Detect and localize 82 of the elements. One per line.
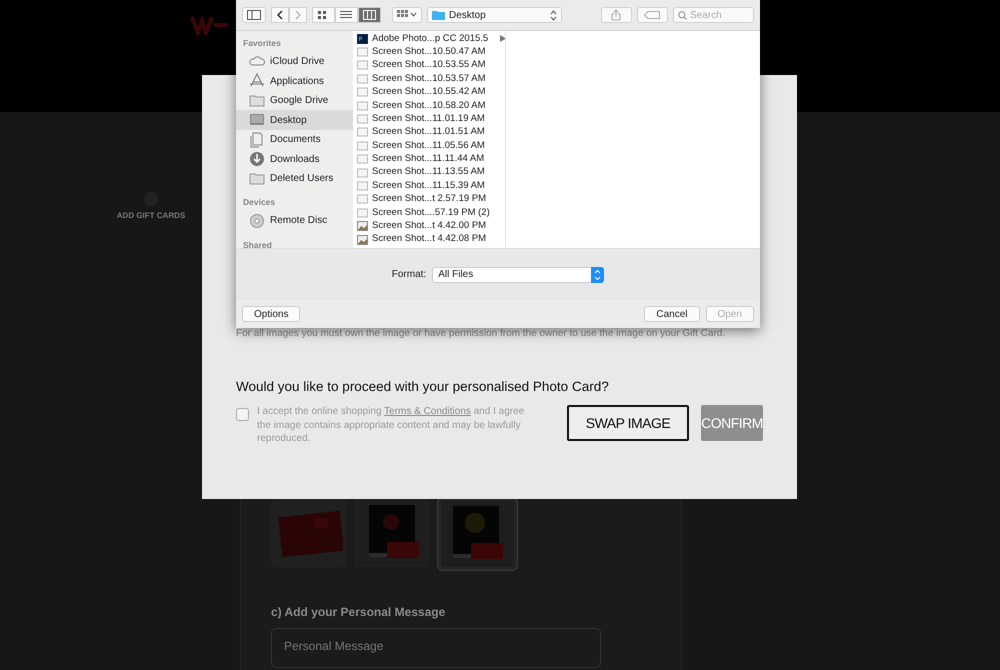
- swap-image-button[interactable]: SWAP IMAGE: [566, 405, 690, 442]
- image-file-icon: [357, 140, 368, 151]
- document-icon: [249, 132, 265, 148]
- view-mode-button[interactable]: [335, 7, 358, 23]
- apps-icon: [249, 73, 265, 89]
- options-button[interactable]: Options: [242, 306, 300, 322]
- image-file-icon: [357, 74, 368, 84]
- file-row[interactable]: Screen Shot...11.01.51 AM: [353, 126, 505, 140]
- file-row[interactable]: Screen Shot...t 4.42.00 PM: [353, 219, 505, 233]
- format-label: Format:: [392, 268, 426, 282]
- list-icon: [340, 10, 353, 20]
- image-file-icon: [357, 194, 368, 204]
- image-file-icon: [357, 114, 368, 124]
- consent-text: I accept the online shopping Terms & Conditions and I agree the image contains appropriate content and may be lawfully reproduced.: [257, 405, 526, 446]
- tag-icon: [644, 11, 660, 19]
- file-row[interactable]: Screen Shot...11.15.39 AM: [353, 179, 505, 193]
- sidebar-item[interactable]: Desktop: [236, 110, 353, 130]
- chevron-left-icon: [276, 10, 284, 20]
- message-field[interactable]: Personal Message: [271, 628, 601, 668]
- image-file-icon: [357, 60, 368, 70]
- sidebar-item[interactable]: iCloud Drive: [236, 52, 353, 72]
- sidebar-item[interactable]: Remote Disc: [236, 211, 353, 230]
- sidebar-heading: Shared: [242, 238, 273, 248]
- image-file-icon: [357, 168, 368, 178]
- format-dropdown[interactable]: All Files: [432, 266, 604, 282]
- disc-icon: [249, 212, 265, 229]
- file-row[interactable]: Screen Shot...10.58.20 AM: [353, 98, 505, 112]
- file-row[interactable]: Adobe Photo...p CC 2015.5: [353, 32, 505, 46]
- sidebar-item[interactable]: Google Drive: [236, 90, 353, 110]
- checkbox[interactable]: [236, 408, 249, 422]
- columns-icon: [363, 10, 376, 20]
- file-row[interactable]: Screen Shot...10.53.55 AM: [353, 58, 505, 72]
- thumbnail-tile[interactable]: [354, 497, 429, 567]
- sidebar-icon: [247, 10, 261, 20]
- notice-text: For all images you must own the image or have permission from the owner to use the image on your Gift Card.: [236, 327, 726, 341]
- cancel-button[interactable]: Cancel: [644, 306, 700, 322]
- file-row[interactable]: Screen Shot...10.50.47 AM: [353, 45, 505, 59]
- file-row[interactable]: Screen Shot....57.19 PM (2): [353, 206, 505, 220]
- image-file-icon: [357, 154, 368, 164]
- file-row[interactable]: Screen Shot...t 4.42.08 PM: [353, 232, 505, 246]
- file-row[interactable]: Screen Shot...11.11.44 AM: [353, 152, 505, 166]
- file-row[interactable]: Screen Shot...11.01.19 AM: [353, 112, 505, 126]
- back-button[interactable]: [271, 7, 289, 23]
- app-icon: [357, 34, 368, 44]
- image-file-icon: [357, 127, 368, 138]
- question-text: Would you like to proceed with your personalised Photo Card?: [236, 378, 610, 396]
- folder-icon: [432, 10, 445, 20]
- sidebar-toggle-button[interactable]: [242, 7, 266, 23]
- image-file-icon: [357, 180, 368, 191]
- location-dropdown[interactable]: Desktop: [427, 7, 562, 23]
- sidebar-heading: Devices: [242, 196, 276, 210]
- arrange-button[interactable]: [392, 7, 422, 23]
- photo-file-icon: [357, 221, 368, 232]
- file-row[interactable]: Screen Shot...11.05.56 AM: [353, 139, 505, 153]
- desktop-icon: [249, 112, 265, 128]
- photo-file-icon: [357, 234, 368, 245]
- image-file-icon: [357, 100, 368, 111]
- view-mode-button[interactable]: [358, 7, 381, 23]
- image-file-icon: [357, 208, 368, 218]
- sidebar-item[interactable]: Applications: [236, 71, 353, 91]
- chevron-right-icon: [294, 10, 302, 20]
- stepper-icon: [550, 10, 557, 20]
- step-label: ADD GIFT CARDS: [116, 210, 186, 222]
- download-icon: [249, 151, 265, 167]
- sidebar-item[interactable]: Downloads: [236, 149, 353, 169]
- view-mode-button[interactable]: [312, 7, 335, 23]
- thumbnail-tile[interactable]: [271, 497, 346, 567]
- file-row[interactable]: Screen Shot...11.13.55 AM: [353, 166, 505, 180]
- share-icon: [611, 9, 622, 21]
- file-row[interactable]: Screen Shot...10.55.42 AM: [353, 86, 505, 99]
- search-icon: [678, 10, 687, 20]
- sidebar-item[interactable]: Deleted Users: [236, 168, 353, 188]
- logo-icon: [190, 12, 230, 35]
- image-file-icon: [357, 47, 368, 58]
- section-heading: c) Add your Personal Message: [271, 604, 446, 621]
- folder-icon: [249, 170, 265, 186]
- sidebar-heading: Favorites: [242, 37, 282, 50]
- file-row[interactable]: Screen Shot...t 2.57.19 PM: [353, 192, 505, 206]
- sidebar-item[interactable]: Documents: [236, 130, 353, 150]
- file-row[interactable]: Screen Shot...10.53.57 AM: [353, 72, 505, 86]
- image-file-icon: [357, 87, 368, 98]
- grid-dropdown-icon: [397, 10, 417, 20]
